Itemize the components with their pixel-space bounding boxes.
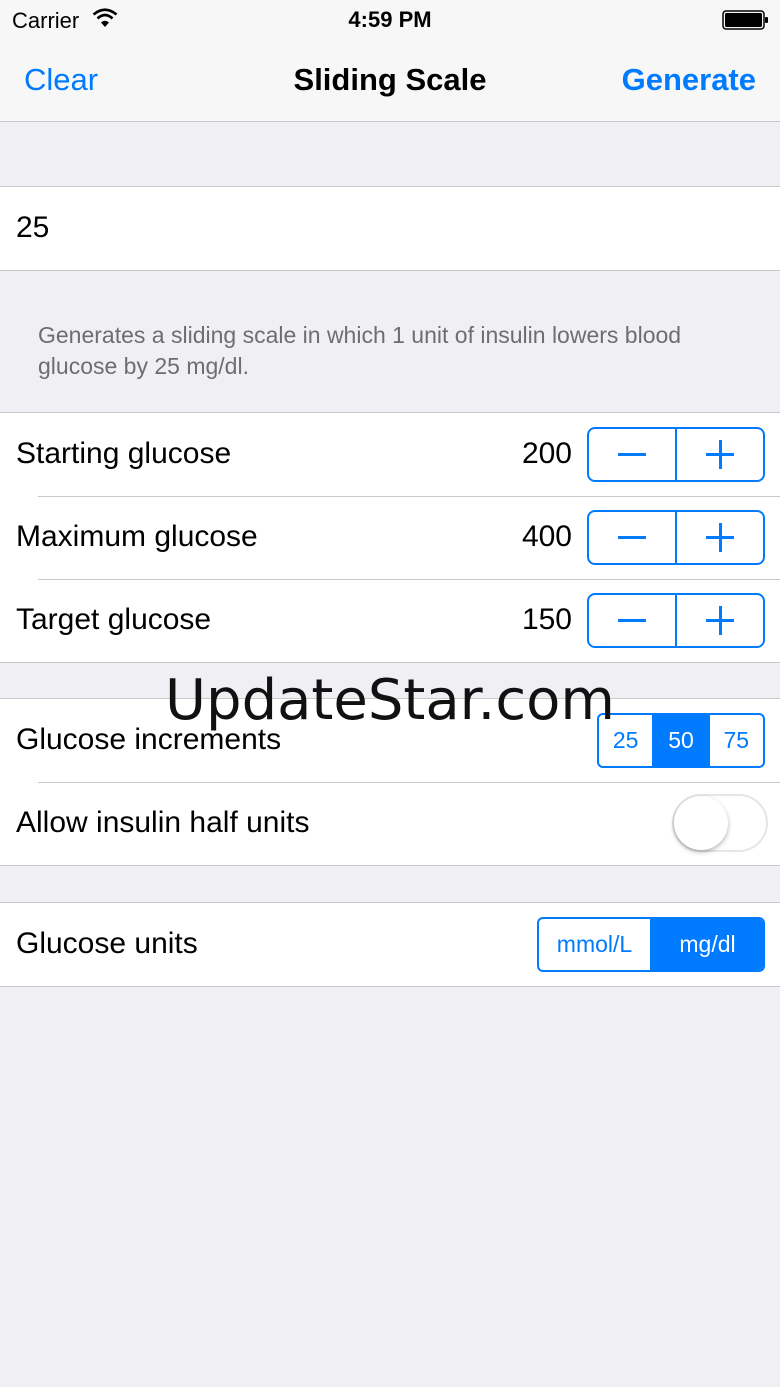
maximum-glucose-row: Maximum glucose 400 — [0, 496, 780, 579]
starting-glucose-label: Starting glucose — [16, 437, 232, 470]
target-glucose-stepper — [587, 593, 765, 648]
navigation-bar: Clear Sliding Scale Generate — [0, 40, 780, 122]
starting-glucose-stepper — [587, 427, 765, 482]
target-glucose-label: Target glucose — [16, 603, 212, 636]
glucose-increments-segmented-control: 25 50 75 — [597, 713, 765, 768]
glucose-units-label: Glucose units — [16, 927, 198, 960]
correction-factor-section: 25 — [0, 186, 780, 271]
half-units-toggle[interactable] — [672, 794, 768, 852]
increment-option-50[interactable]: 50 — [652, 715, 708, 766]
correction-factor-row[interactable]: 25 — [0, 187, 780, 270]
decrement-button[interactable] — [589, 595, 675, 646]
decrement-button[interactable] — [589, 512, 675, 563]
maximum-glucose-stepper — [587, 510, 765, 565]
unit-option-mgdl[interactable]: mg/dl — [650, 919, 763, 970]
clear-button[interactable]: Clear — [24, 62, 98, 98]
options-section: Glucose increments 25 50 75 Allow insuli… — [0, 698, 780, 866]
starting-glucose-value: 200 — [521, 437, 572, 470]
increment-button[interactable] — [675, 429, 763, 480]
increment-button[interactable] — [675, 512, 763, 563]
status-bar: Carrier 4:59 PM — [0, 0, 780, 40]
units-section: Glucose units mmol/L mg/dl — [0, 902, 780, 987]
glucose-units-segmented-control: mmol/L mg/dl — [537, 917, 765, 972]
glucose-increments-row: Glucose increments 25 50 75 — [0, 699, 780, 782]
starting-glucose-row: Starting glucose 200 — [0, 413, 780, 496]
half-units-row: Allow insulin half units — [0, 782, 780, 865]
glucose-units-row: Glucose units mmol/L mg/dl — [0, 903, 780, 986]
correction-factor-footer: Generates a sliding scale in which 1 uni… — [38, 322, 682, 379]
maximum-glucose-value: 400 — [521, 520, 572, 553]
correction-factor-input[interactable]: 25 — [16, 211, 49, 245]
half-units-label: Allow insulin half units — [16, 806, 310, 839]
increment-option-75[interactable]: 75 — [707, 715, 763, 766]
toggle-knob — [674, 796, 728, 850]
increment-option-25[interactable]: 25 — [599, 715, 652, 766]
carrier-label: Carrier — [12, 8, 80, 33]
maximum-glucose-label: Maximum glucose — [16, 520, 258, 553]
glucose-increments-label: Glucose increments — [16, 723, 282, 756]
battery-icon — [722, 10, 768, 30]
target-glucose-value: 150 — [521, 603, 572, 636]
decrement-button[interactable] — [589, 429, 675, 480]
unit-option-mmol[interactable]: mmol/L — [539, 919, 650, 970]
increment-button[interactable] — [675, 595, 763, 646]
wifi-icon — [92, 8, 118, 27]
glucose-settings-section: Starting glucose 200 Maximum glucose 400… — [0, 412, 780, 663]
generate-button[interactable]: Generate — [622, 62, 756, 98]
target-glucose-row: Target glucose 150 — [0, 579, 780, 662]
